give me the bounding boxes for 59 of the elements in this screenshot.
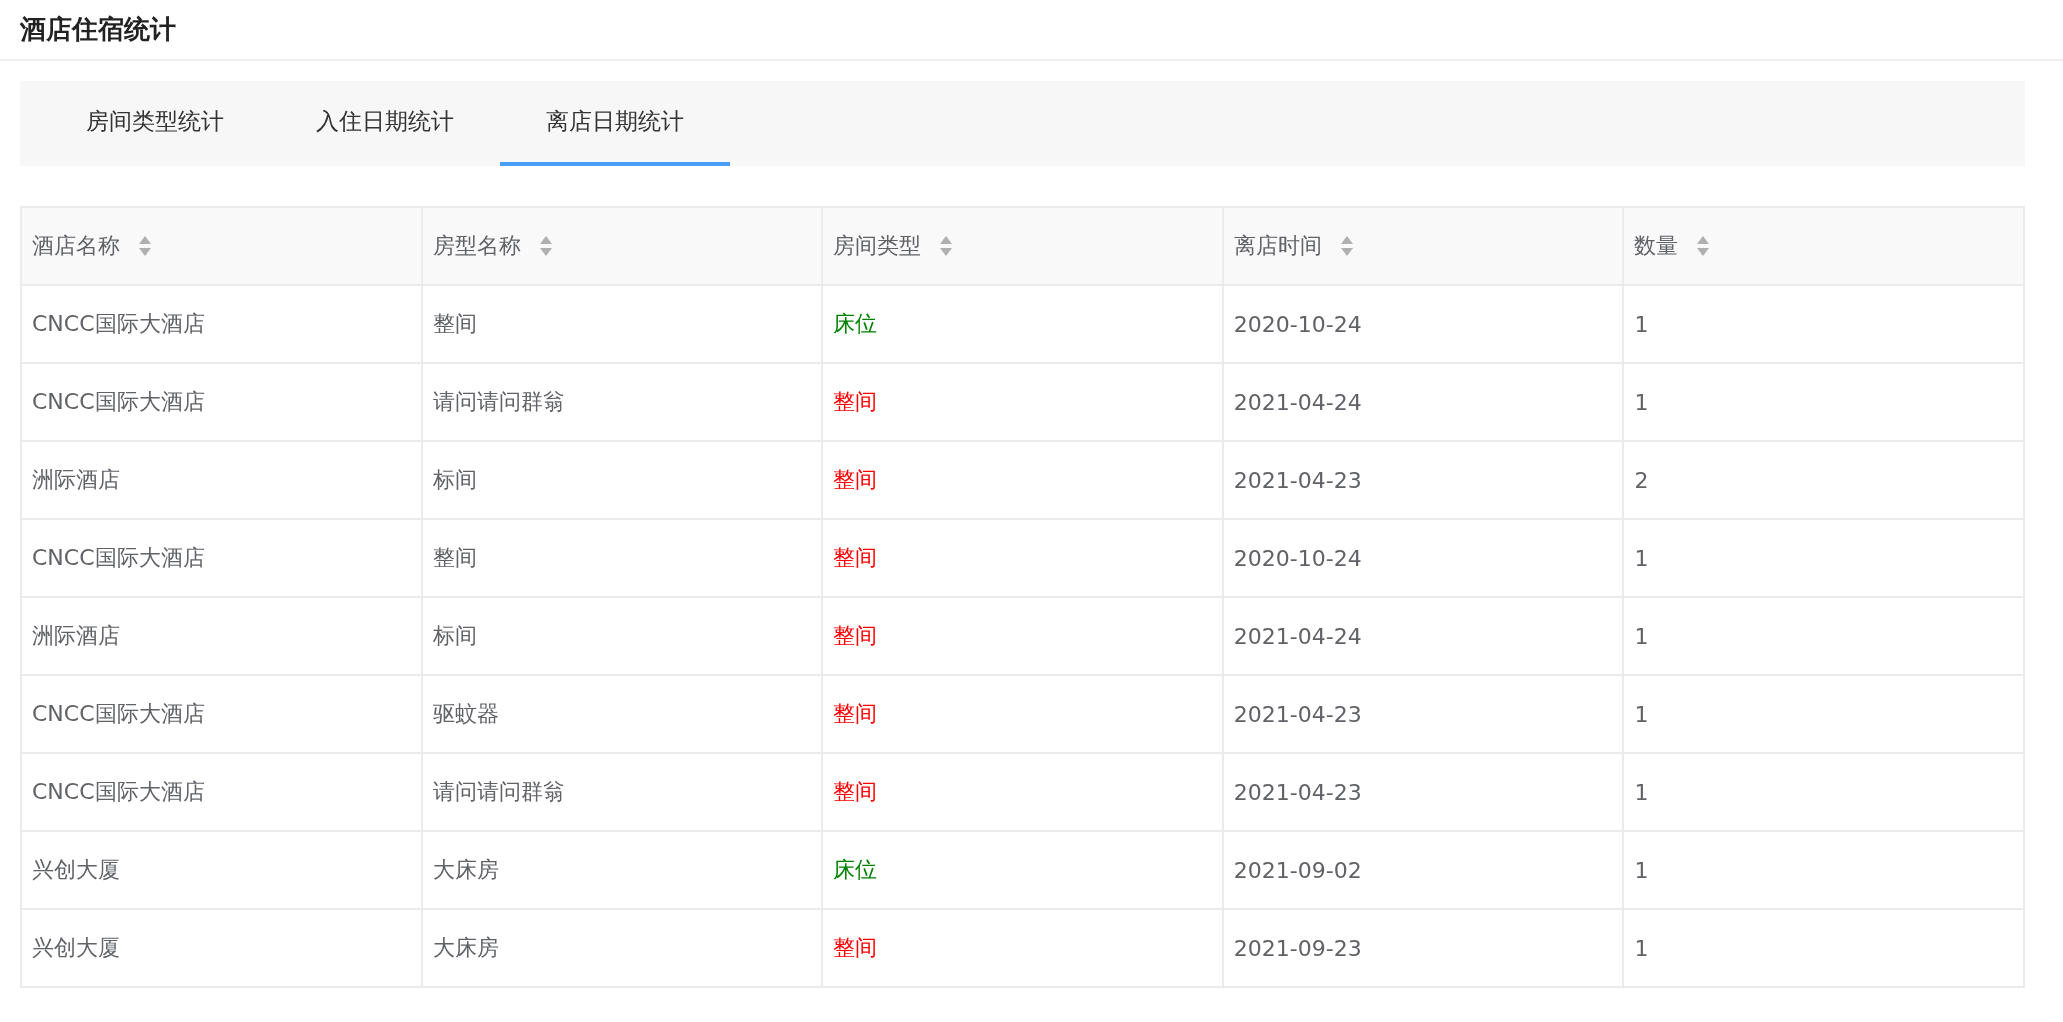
sort-icon[interactable]: [138, 235, 152, 257]
sort-icon[interactable]: [1696, 235, 1711, 257]
table-cell: 整间: [421, 519, 823, 597]
table-cell: 1: [1623, 597, 2024, 675]
table-cell: 1: [1623, 519, 2024, 597]
table-cell: 1: [1623, 831, 2024, 909]
column-header[interactable]: 离店时间: [1222, 207, 1624, 285]
table-cell: 整间: [421, 285, 823, 363]
table-cell: CNCC国际大酒店: [21, 519, 422, 597]
table-cell: 整间: [822, 441, 1223, 519]
table-cell: 整间: [822, 753, 1223, 831]
table-cell: 2: [1623, 441, 2024, 519]
sort-icon[interactable]: [538, 235, 553, 257]
table-cell: 2021-09-23: [1222, 909, 1624, 987]
table-cell: 整间: [822, 597, 1223, 675]
tab[interactable]: 入住日期统计: [270, 81, 500, 166]
tab[interactable]: 离店日期统计: [500, 81, 730, 166]
table-cell: 2020-10-24: [1222, 519, 1624, 597]
table-cell: 洲际酒店: [21, 441, 422, 519]
column-header[interactable]: 房间类型: [822, 207, 1223, 285]
table-cell: 1: [1623, 363, 2024, 441]
table-cell: 整间: [822, 675, 1223, 753]
table-cell: 1: [1623, 675, 2024, 753]
table-cell: 1: [1623, 753, 2024, 831]
sort-icon[interactable]: [1339, 235, 1354, 257]
table-cell: 2021-09-02: [1222, 831, 1624, 909]
table-cell: CNCC国际大酒店: [21, 285, 422, 363]
table-cell: CNCC国际大酒店: [21, 363, 422, 441]
table-cell: 标间: [421, 597, 823, 675]
table-cell: 兴创大厦: [21, 909, 422, 987]
table-cell: 整间: [822, 909, 1223, 987]
table-cell: 2021-04-23: [1222, 675, 1624, 753]
table-cell: 床位: [822, 285, 1223, 363]
table-cell: 驱蚊器: [421, 675, 823, 753]
table-cell: 大床房: [421, 909, 823, 987]
page-title: 酒店住宿统计: [20, 13, 176, 46]
column-header[interactable]: 酒店名称: [21, 207, 422, 285]
table-cell: 整间: [822, 519, 1223, 597]
table-cell: CNCC国际大酒店: [21, 675, 422, 753]
table-cell: 整间: [822, 363, 1223, 441]
table-cell: 2021-04-23: [1222, 441, 1624, 519]
column-header[interactable]: 房型名称: [421, 207, 823, 285]
table-cell: 请问请问群翁: [421, 363, 823, 441]
tab[interactable]: 房间类型统计: [40, 81, 270, 166]
table-cell: 2021-04-24: [1222, 597, 1624, 675]
table-cell: 1: [1623, 285, 2024, 363]
table-cell: 2021-04-24: [1222, 363, 1624, 441]
column-header[interactable]: 数量: [1623, 207, 2024, 285]
sort-icon[interactable]: [939, 235, 954, 257]
table-cell: 2020-10-24: [1222, 285, 1624, 363]
table-cell: CNCC国际大酒店: [21, 753, 422, 831]
table-cell: 请问请问群翁: [421, 753, 823, 831]
table-cell: 2021-04-23: [1222, 753, 1624, 831]
table-cell: 床位: [822, 831, 1223, 909]
table-cell: 标间: [421, 441, 823, 519]
table-cell: 大床房: [421, 831, 823, 909]
table-cell: 洲际酒店: [21, 597, 422, 675]
table-cell: 1: [1623, 909, 2024, 987]
table-cell: 兴创大厦: [21, 831, 422, 909]
